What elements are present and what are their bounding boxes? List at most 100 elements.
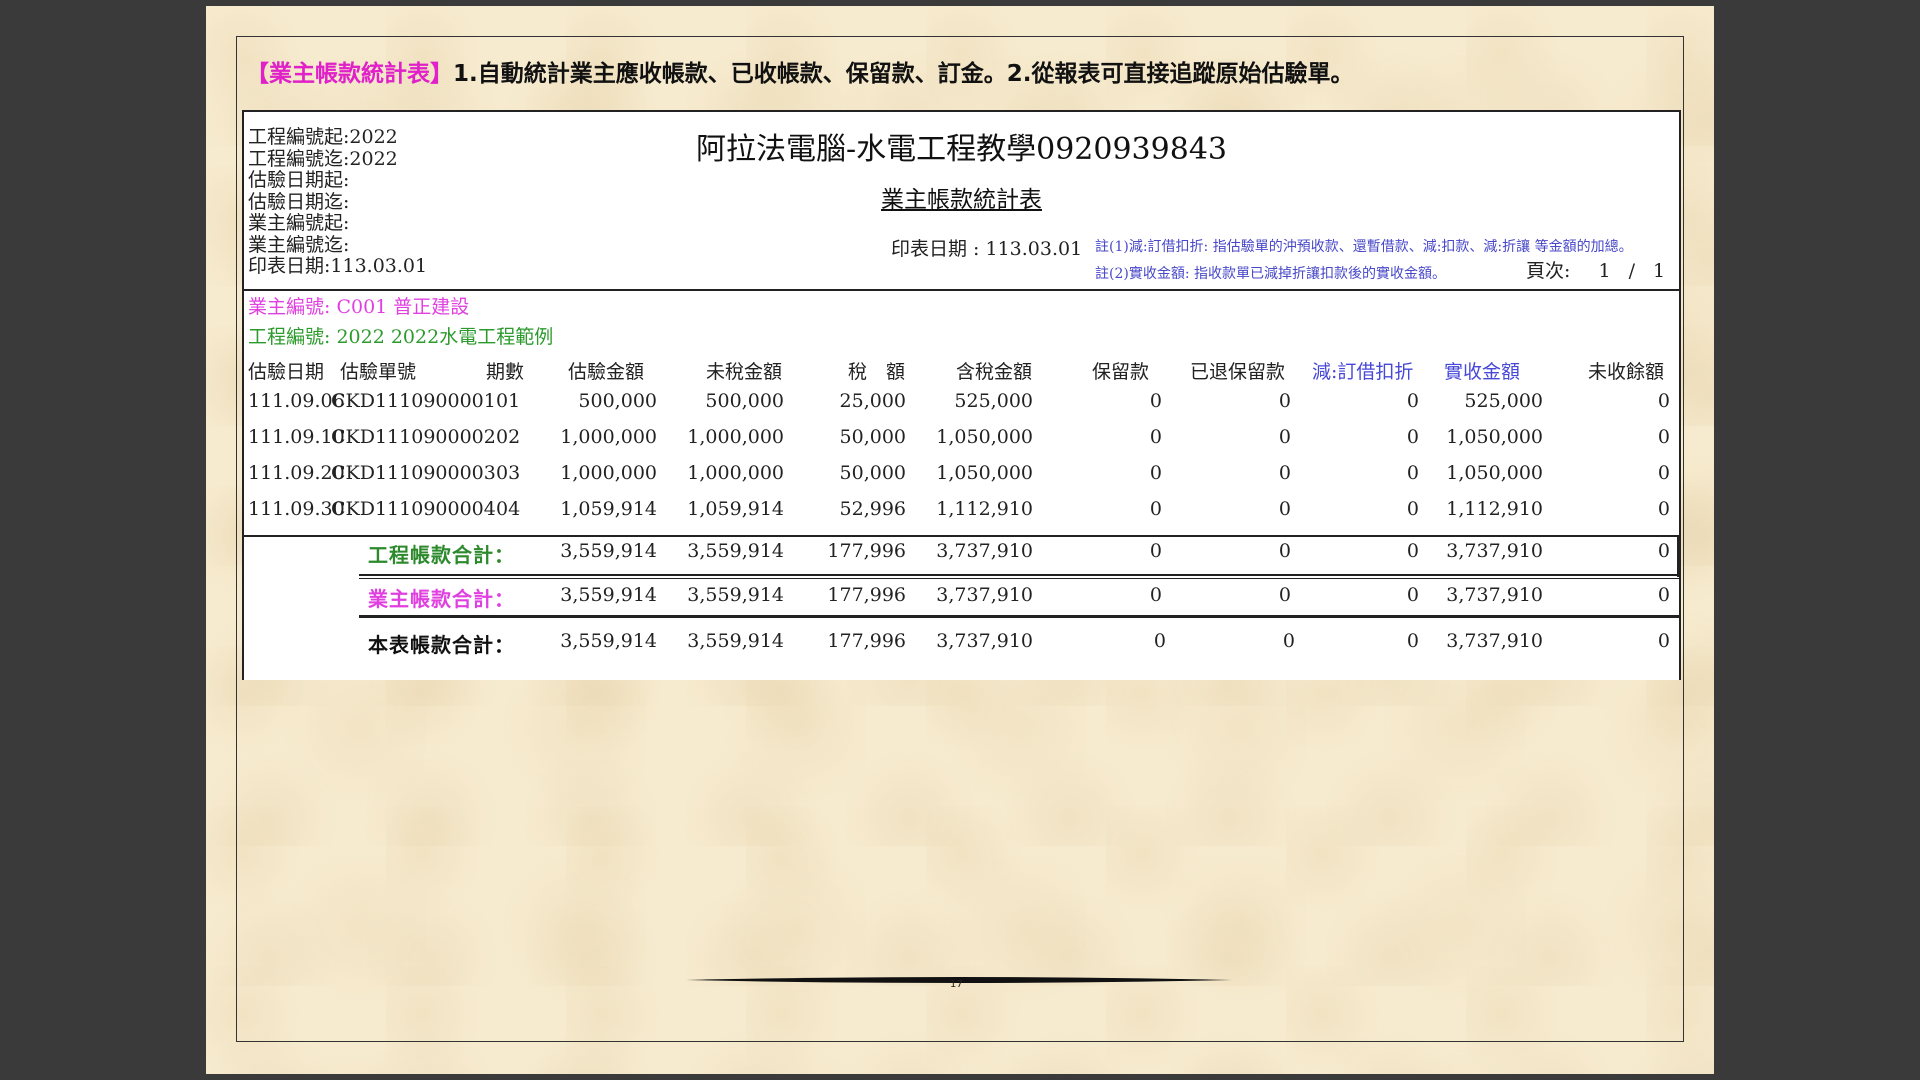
total-value: 0 (1278, 540, 1291, 562)
column-header: 未收餘額 (1588, 361, 1665, 383)
table-divider (359, 574, 1679, 576)
column-header: 減:訂借扣折 (1312, 361, 1414, 383)
table-cell: 525,000 (954, 390, 1033, 412)
table-cell: 0 (1406, 426, 1419, 448)
table-cell: 500,000 (578, 390, 657, 412)
total-value: 3,559,914 (687, 630, 784, 652)
table-cell: CKD1110900001 (331, 390, 496, 412)
total-value: 177,996 (827, 630, 906, 652)
table-cell: 0 (1278, 498, 1291, 520)
table-cell: 0 (1278, 426, 1291, 448)
total-label: 業主帳款合計： (368, 587, 515, 611)
total-value: 3,737,910 (936, 584, 1033, 606)
total-value: 177,996 (827, 540, 906, 562)
column-header: 估驗單號 (340, 361, 417, 383)
column-header: 實收金額 (1444, 361, 1521, 383)
param-line: 業主編號迄: (248, 233, 350, 256)
print-date: 印表日期 : 113.03.01 (891, 238, 1083, 260)
total-value: 0 (1406, 630, 1419, 652)
table-cell: 1,000,000 (560, 426, 657, 448)
table-cell: CKD1110900003 (331, 462, 496, 484)
page-label: 頁次: (1526, 260, 1571, 282)
table-cell: 0 (1278, 462, 1291, 484)
table-cell: 1,112,910 (936, 498, 1033, 520)
total-value: 3,737,910 (936, 630, 1033, 652)
total-value: 3,559,914 (560, 584, 657, 606)
table-cell: 525,000 (1464, 390, 1543, 412)
column-header: 期數 (486, 361, 525, 383)
total-label: 本表帳款合計： (368, 633, 515, 657)
total-value: 0 (1657, 584, 1670, 606)
headline-text: 1.自動統計業主應收帳款、已收帳款、保留款、訂金。2.從報表可直接追蹤原始估驗單… (453, 61, 1354, 87)
table-cell: 0 (1657, 462, 1670, 484)
table-cell: CKD1110900002 (331, 426, 496, 448)
total-value: 3,559,914 (687, 540, 784, 562)
company-name: 阿拉法電腦-水電工程教學0920939843 (695, 132, 1227, 167)
slide-headline: 【業主帳款統計表】1.自動統計業主應收帳款、已收帳款、保留款、訂金。2.從報表可… (246, 54, 1646, 88)
table-cell: 0 (1149, 498, 1162, 520)
total-value: 3,737,910 (936, 540, 1033, 562)
table-cell: 0 (1406, 498, 1419, 520)
report-sheet: 工程編號起:2022 工程編號迄:2022 估驗日期起: 估驗日期迄: 業主編號… (242, 110, 1681, 680)
column-header: 保留款 (1092, 361, 1150, 383)
table-cell: 0 (1657, 498, 1670, 520)
header-divider (244, 289, 1679, 291)
headline-tag: 【業主帳款統計表】 (246, 61, 453, 87)
table-cell: 0 (1657, 426, 1670, 448)
table-cell: 0 (1149, 462, 1162, 484)
total-label: 工程帳款合計： (368, 543, 515, 567)
table-cell: 0 (1149, 426, 1162, 448)
total-value: 0 (1406, 584, 1419, 606)
footer-divider (686, 969, 1232, 983)
total-value: 0 (1282, 630, 1295, 652)
table-cell: 25,000 (839, 390, 906, 412)
table-cell: 1,000,000 (687, 462, 784, 484)
column-header: 估驗日期 (248, 361, 325, 383)
table-cell: CKD1110900004 (331, 498, 496, 520)
total-value: 3,559,914 (560, 540, 657, 562)
report-title: 業主帳款統計表 (881, 187, 1042, 213)
total-value: 3,737,910 (1446, 584, 1543, 606)
total-value: 3,737,910 (1446, 630, 1543, 652)
table-divider (359, 615, 1679, 618)
column-header: 稅 額 (848, 361, 906, 383)
param-line: 印表日期:113.03.01 (248, 255, 428, 277)
table-cell: 500,000 (705, 390, 784, 412)
table-cell: 1,050,000 (1446, 426, 1543, 448)
total-value: 3,559,914 (687, 584, 784, 606)
column-header: 已退保留款 (1190, 361, 1286, 383)
owner-line: 業主編號: C001 普正建設 (248, 296, 470, 318)
total-value: 177,996 (827, 584, 906, 606)
table-cell: 1,050,000 (1446, 462, 1543, 484)
table-cell: 1,059,914 (687, 498, 784, 520)
table-divider (244, 535, 1679, 537)
table-cell: 50,000 (839, 462, 906, 484)
table-cell: 0 (1406, 390, 1419, 412)
total-value: 0 (1149, 584, 1162, 606)
page-current: 1 (1598, 260, 1611, 282)
table-divider (359, 578, 1679, 579)
column-header: 含稅金額 (956, 361, 1033, 383)
table-cell: 1,000,000 (560, 462, 657, 484)
param-line: 業主編號起: (248, 212, 350, 234)
table-cell: 0 (1406, 462, 1419, 484)
table-divider (1677, 537, 1679, 577)
table-cell: 1,050,000 (936, 426, 1033, 448)
table-cell: 1,059,914 (560, 498, 657, 520)
project-line: 工程編號: 2022 2022水電工程範例 (248, 326, 554, 348)
total-value: 0 (1657, 540, 1670, 562)
column-header: 估驗金額 (568, 361, 645, 383)
total-value: 0 (1153, 630, 1166, 652)
table-cell: 1,000,000 (687, 426, 784, 448)
column-header: 未稅金額 (706, 361, 783, 383)
table-cell: 50,000 (839, 426, 906, 448)
total-value: 0 (1278, 584, 1291, 606)
total-value: 3,559,914 (560, 630, 657, 652)
table-cell: 0 (1149, 390, 1162, 412)
page-separator: / (1628, 260, 1635, 282)
table-cell: 52,996 (839, 498, 906, 520)
total-value: 0 (1657, 630, 1670, 652)
table-cell: 1,112,910 (1446, 498, 1543, 520)
table-cell: 1,050,000 (936, 462, 1033, 484)
total-value: 0 (1149, 540, 1162, 562)
